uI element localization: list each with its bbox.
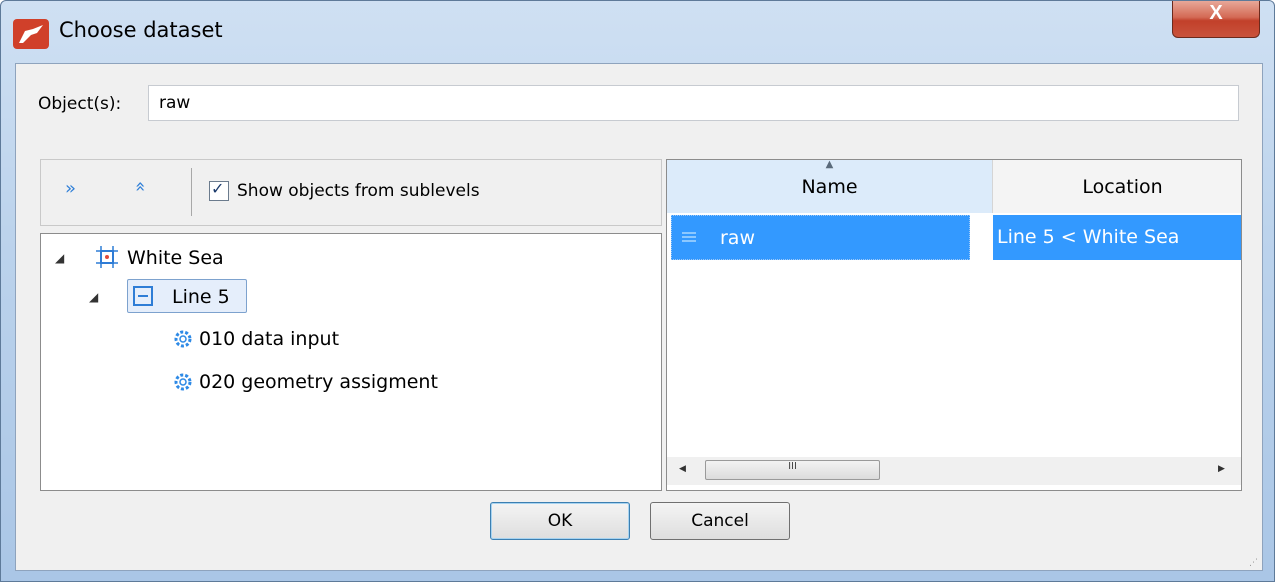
tree-node-line-5[interactable]: Line 5	[172, 286, 230, 308]
double-chevron-right-icon: »	[65, 178, 77, 199]
object-tree[interactable]: ◢ White Sea ◢ Line 5 010 data input 020 …	[40, 233, 662, 491]
ok-button[interactable]: OK	[490, 502, 630, 540]
tree-node-geometry-assigment[interactable]: 020 geometry assigment	[199, 371, 438, 393]
column-header-location[interactable]: Location	[993, 160, 1241, 213]
project-icon	[96, 246, 118, 272]
expand-arrow-icon[interactable]: ◢	[89, 290, 98, 304]
scrollbar-thumb[interactable]: III	[705, 460, 880, 480]
expand-all-button[interactable]: »	[65, 178, 76, 199]
table-row[interactable]: raw Line 5 < White Sea	[667, 215, 1241, 260]
title-bar[interactable]: Choose dataset X	[1, 1, 1274, 61]
close-icon: X	[1209, 2, 1223, 24]
dataset-grid[interactable]: ▲ Name Location raw Line 5 < White Sea ◀…	[666, 159, 1242, 491]
scroll-left-icon[interactable]: ◀	[679, 464, 686, 474]
app-logo-icon	[13, 19, 49, 49]
resize-grip-icon[interactable]: ⋰	[1249, 558, 1258, 568]
gear-icon	[173, 372, 193, 396]
collapse-all-button[interactable]: «	[130, 181, 151, 192]
cancel-button[interactable]: Cancel	[650, 502, 790, 540]
dialog-body: Object(s): » « ✓ Show objects from suble…	[15, 63, 1263, 571]
sort-ascending-icon: ▲	[825, 159, 834, 170]
tree-toolbar: » « ✓ Show objects from sublevels	[40, 159, 662, 226]
objects-input[interactable]	[148, 85, 1239, 121]
column-header-name[interactable]: ▲ Name	[667, 160, 993, 213]
objects-label: Object(s):	[38, 94, 122, 114]
tree-node-data-input[interactable]: 010 data input	[199, 328, 339, 350]
gear-icon	[173, 329, 193, 353]
window-title: Choose dataset	[59, 18, 223, 42]
close-button[interactable]: X	[1172, 1, 1260, 38]
toolbar-divider	[191, 168, 192, 216]
horizontal-scrollbar[interactable]: ◀ III ▶	[667, 457, 1241, 485]
cell-name[interactable]: raw	[671, 215, 970, 260]
cell-location[interactable]: Line 5 < White Sea	[993, 215, 1241, 260]
show-sublevels-label[interactable]: Show objects from sublevels	[237, 181, 480, 201]
checkmark-icon: ✓	[211, 179, 225, 198]
expand-arrow-icon[interactable]: ◢	[55, 251, 64, 265]
dataset-icon	[680, 228, 698, 250]
dialog-window: Choose dataset X Object(s): » « ✓ Show o…	[0, 0, 1275, 582]
tree-node-white-sea[interactable]: White Sea	[127, 247, 224, 269]
scroll-right-icon[interactable]: ▶	[1218, 464, 1225, 474]
double-chevron-up-icon: «	[130, 180, 152, 193]
line-icon	[133, 286, 153, 310]
show-sublevels-checkbox[interactable]: ✓	[209, 179, 229, 201]
